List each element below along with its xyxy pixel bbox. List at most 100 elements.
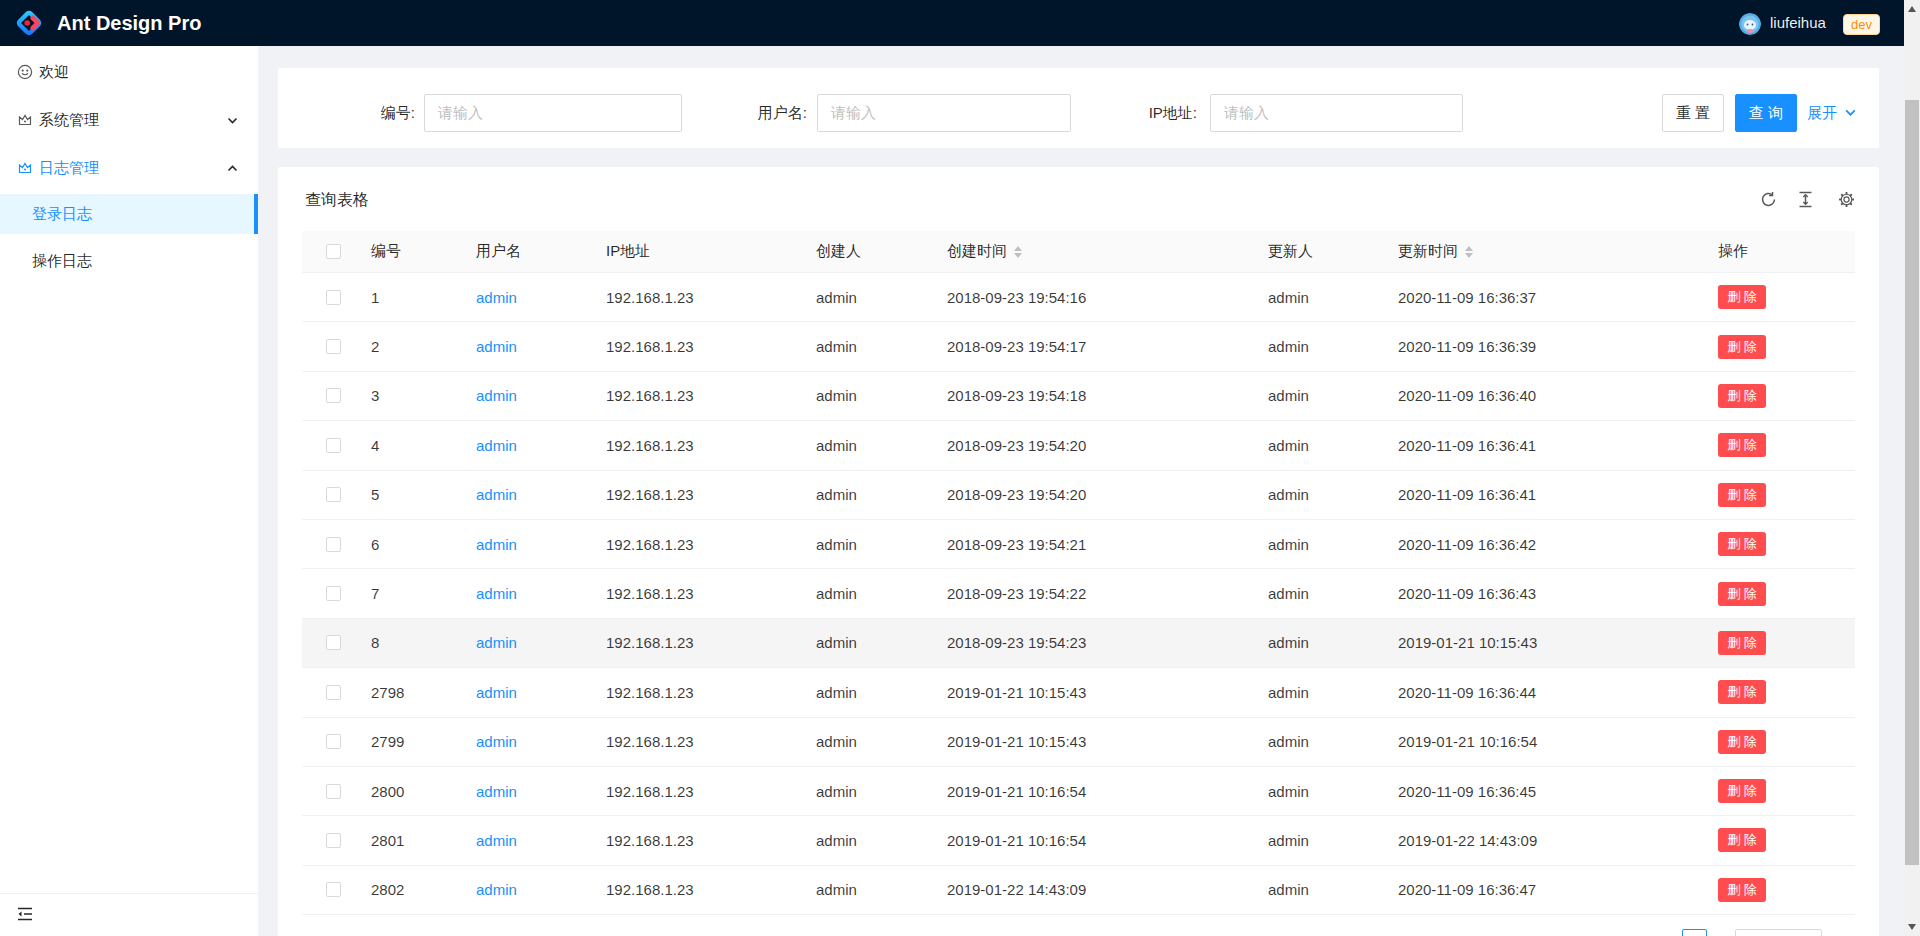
cell-ip: 192.168.1.23 xyxy=(590,718,800,766)
cell-updated: 2020-11-09 16:36:40 xyxy=(1382,372,1702,420)
top-header-bar: Ant Design Pro liufeihua dev xyxy=(0,0,1904,46)
username-link[interactable]: admin xyxy=(476,881,517,898)
row-checkbox[interactable] xyxy=(326,685,341,700)
row-checkbox[interactable] xyxy=(326,586,341,601)
delete-button[interactable]: 删 除 xyxy=(1718,878,1766,902)
row-checkbox[interactable] xyxy=(326,290,341,305)
app-title: Ant Design Pro xyxy=(57,0,201,46)
row-checkbox[interactable] xyxy=(326,734,341,749)
col-header-ip: IP地址 xyxy=(590,231,800,272)
cell-updated: 2020-11-09 16:36:44 xyxy=(1382,668,1702,716)
delete-button[interactable]: 删 除 xyxy=(1718,680,1766,704)
cell-created: 2019-01-21 10:15:43 xyxy=(931,718,1252,766)
delete-button[interactable]: 删 除 xyxy=(1718,483,1766,507)
row-checkbox[interactable] xyxy=(326,784,341,799)
query-button[interactable]: 查 询 xyxy=(1735,94,1797,132)
scrollbar-thumb[interactable] xyxy=(1905,100,1919,865)
field-label-id: 编号: xyxy=(300,94,415,132)
pagination-page-1[interactable] xyxy=(1682,929,1707,936)
cell-created: 2018-09-23 19:54:20 xyxy=(931,421,1252,469)
cell-updated: 2020-11-09 16:36:41 xyxy=(1382,471,1702,519)
delete-button[interactable]: 删 除 xyxy=(1718,532,1766,556)
delete-button[interactable]: 删 除 xyxy=(1718,828,1766,852)
cell-creator: admin xyxy=(800,569,931,617)
username-link[interactable]: admin xyxy=(476,536,517,553)
cell-updated: 2020-11-09 16:36:47 xyxy=(1382,866,1702,914)
cell-creator: admin xyxy=(800,767,931,815)
username-link[interactable]: admin xyxy=(476,338,517,355)
menu-fold-icon[interactable] xyxy=(16,905,34,923)
row-checkbox[interactable] xyxy=(326,339,341,354)
scrollbar-down-arrow[interactable] xyxy=(1908,924,1916,930)
col-header-updater: 更新人 xyxy=(1252,231,1382,272)
username-link[interactable]: admin xyxy=(476,486,517,503)
cell-ip: 192.168.1.23 xyxy=(590,569,800,617)
sidebar-item-system-mgmt[interactable]: 系统管理 xyxy=(0,100,258,140)
username-link[interactable]: admin xyxy=(476,634,517,651)
col-header-created[interactable]: 创建时间 xyxy=(931,231,1252,272)
table-row: 2799admin192.168.1.23admin2019-01-21 10:… xyxy=(302,718,1855,767)
cell-updater: admin xyxy=(1252,816,1382,864)
id-input[interactable]: 请输入 xyxy=(424,94,682,132)
cell-updated: 2019-01-22 14:43:09 xyxy=(1382,816,1702,864)
row-checkbox[interactable] xyxy=(326,833,341,848)
cell-created: 2018-09-23 19:54:22 xyxy=(931,569,1252,617)
username-link[interactable]: admin xyxy=(476,387,517,404)
username-link[interactable]: admin xyxy=(476,289,517,306)
username-link[interactable]: admin xyxy=(476,585,517,602)
app-root: Ant Design Pro liufeihua dev 欢迎 xyxy=(0,0,1920,936)
delete-button[interactable]: 删 除 xyxy=(1718,631,1766,655)
chevron-down-icon xyxy=(227,115,238,126)
delete-button[interactable]: 删 除 xyxy=(1718,433,1766,457)
chevron-down-icon xyxy=(1844,106,1857,119)
sidebar: 欢迎 系统管理 日志管理 登录日志 操作日志 xyxy=(0,46,258,936)
username-link[interactable]: admin xyxy=(476,437,517,454)
pagination-size-select[interactable] xyxy=(1735,929,1822,936)
delete-button[interactable]: 删 除 xyxy=(1718,384,1766,408)
cell-id: 8 xyxy=(355,619,460,667)
sidebar-item-login-log[interactable]: 登录日志 xyxy=(0,194,258,234)
row-checkbox[interactable] xyxy=(326,487,341,502)
table-row: 2admin192.168.1.23admin2018-09-23 19:54:… xyxy=(302,322,1855,371)
delete-button[interactable]: 删 除 xyxy=(1718,285,1766,309)
username-input[interactable]: 请输入 xyxy=(817,94,1071,132)
scrollbar-up-arrow[interactable] xyxy=(1908,6,1916,12)
browser-scrollbar[interactable] xyxy=(1904,0,1920,936)
row-checkbox[interactable] xyxy=(326,537,341,552)
row-checkbox[interactable] xyxy=(326,635,341,650)
sidebar-item-operation-log[interactable]: 操作日志 xyxy=(0,241,258,281)
cell-updater: admin xyxy=(1252,767,1382,815)
sorter-icon[interactable] xyxy=(1014,246,1022,258)
col-header-updated[interactable]: 更新时间 xyxy=(1382,231,1702,272)
username-link[interactable]: admin xyxy=(476,783,517,800)
username-link[interactable]: admin xyxy=(476,832,517,849)
cell-ip: 192.168.1.23 xyxy=(590,421,800,469)
cell-updater: admin xyxy=(1252,372,1382,420)
column-height-icon[interactable] xyxy=(1797,191,1814,208)
cell-creator: admin xyxy=(800,322,931,370)
user-avatar[interactable] xyxy=(1739,13,1761,35)
ip-input[interactable]: 请输入 xyxy=(1210,94,1463,132)
username-link[interactable]: admin xyxy=(476,684,517,701)
cell-created: 2018-09-23 19:54:20 xyxy=(931,471,1252,519)
cell-id: 1 xyxy=(355,273,460,321)
expand-toggle[interactable]: 展开 xyxy=(1807,94,1857,132)
reload-icon[interactable] xyxy=(1760,191,1777,208)
cell-created: 2018-09-23 19:54:16 xyxy=(931,273,1252,321)
settings-gear-icon[interactable] xyxy=(1838,191,1855,208)
header-username[interactable]: liufeihua xyxy=(1770,0,1826,46)
select-all-checkbox[interactable] xyxy=(326,244,341,259)
cell-id: 6 xyxy=(355,520,460,568)
delete-button[interactable]: 删 除 xyxy=(1718,335,1766,359)
sorter-icon[interactable] xyxy=(1465,246,1473,258)
username-link[interactable]: admin xyxy=(476,733,517,750)
row-checkbox[interactable] xyxy=(326,438,341,453)
delete-button[interactable]: 删 除 xyxy=(1718,582,1766,606)
reset-button[interactable]: 重 置 xyxy=(1662,94,1724,132)
row-checkbox[interactable] xyxy=(326,388,341,403)
sidebar-item-welcome[interactable]: 欢迎 xyxy=(0,52,258,92)
delete-button[interactable]: 删 除 xyxy=(1718,730,1766,754)
sidebar-item-log-mgmt[interactable]: 日志管理 xyxy=(0,148,258,188)
delete-button[interactable]: 删 除 xyxy=(1718,779,1766,803)
row-checkbox[interactable] xyxy=(326,882,341,897)
